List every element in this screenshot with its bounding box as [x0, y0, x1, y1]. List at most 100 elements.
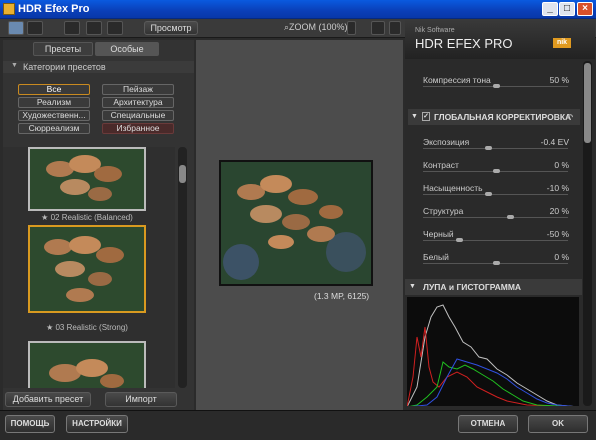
- mushroom-thumbnail-icon: [30, 343, 144, 388]
- reset-icon[interactable]: ↶: [566, 109, 573, 125]
- fit-icon[interactable]: [389, 21, 401, 35]
- category-artistic[interactable]: Художественн...: [18, 110, 90, 121]
- adjust-slider-row[interactable]: Контраст 0 %: [405, 156, 580, 178]
- mushroom-thumbnail-icon: [30, 149, 144, 209]
- slider-value: -50 %: [546, 229, 569, 239]
- ok-button[interactable]: OK: [528, 415, 588, 433]
- slider-knob[interactable]: [485, 146, 493, 150]
- tab-custom[interactable]: Особые: [95, 42, 159, 56]
- slider-track: [423, 194, 568, 195]
- slider-value: 0 %: [554, 160, 569, 170]
- slider-label: Контраст: [423, 160, 459, 170]
- categories-header[interactable]: ▼ Категории пресетов: [3, 61, 194, 73]
- preview-image[interactable]: [219, 160, 373, 286]
- adjustments-pane: Компрессия тона 50 % ▼ ✓ ГЛОБАЛЬНАЯ КОРР…: [405, 61, 582, 406]
- slider-label: Экспозиция: [423, 137, 470, 147]
- cancel-button[interactable]: ОТМЕНА: [458, 415, 518, 433]
- add-preset-button[interactable]: Добавить пресет: [5, 392, 91, 407]
- adjust-slider-row[interactable]: Насыщенность -10 %: [405, 179, 580, 201]
- tone-compression-row[interactable]: Компрессия тона 50 %: [405, 71, 580, 93]
- tab-presets[interactable]: Пресеты: [33, 42, 93, 56]
- slider-label: Белый: [423, 252, 449, 262]
- close-button[interactable]: ×: [577, 2, 593, 16]
- import-button[interactable]: Импорт: [105, 392, 177, 407]
- scrollbar-thumb[interactable]: [179, 165, 186, 183]
- view-single-icon[interactable]: [64, 21, 80, 35]
- slider-knob[interactable]: [492, 261, 500, 265]
- view-compare-icon[interactable]: [107, 21, 123, 35]
- slider-value: 50 %: [549, 75, 569, 85]
- single-view-icon[interactable]: [8, 21, 24, 35]
- slider-label: Насыщенность: [423, 183, 483, 193]
- slider-value: 0 %: [554, 252, 569, 262]
- category-all[interactable]: Все: [18, 84, 90, 95]
- collapse-icon: ▼: [411, 113, 418, 120]
- brand-header: Nik Software HDR EFEX PRO nik: [405, 19, 595, 59]
- adjust-slider-row[interactable]: Экспозиция -0.4 EV: [405, 133, 580, 155]
- checkbox-icon[interactable]: ✓: [422, 112, 430, 121]
- slider-knob[interactable]: [492, 84, 500, 88]
- minimize-button[interactable]: _: [542, 2, 558, 16]
- slider-knob[interactable]: [485, 192, 493, 196]
- brand-small: Nik Software: [415, 27, 455, 34]
- category-architecture[interactable]: Архитектура: [102, 97, 174, 108]
- window-title: HDR Efex Pro: [18, 3, 90, 15]
- preset-caption: ★ 03 Realistic (Strong): [46, 323, 128, 332]
- category-landscape[interactable]: Пейзаж: [102, 84, 174, 95]
- scrollbar-thumb[interactable]: [584, 63, 591, 143]
- brand-title: HDR EFEX PRO: [415, 36, 513, 51]
- preset-thumbnail-selected[interactable]: [28, 225, 146, 313]
- slider-label: Структура: [423, 206, 464, 216]
- view-split-icon[interactable]: [86, 21, 102, 35]
- title-bar: HDR Efex Pro _ □ ×: [0, 0, 596, 19]
- preview-button[interactable]: Просмотр: [144, 21, 198, 35]
- image-info: (1.3 MP, 6125): [314, 291, 370, 301]
- global-adjust-header[interactable]: ▼ ✓ ГЛОБАЛЬНАЯ КОРРЕКТИРОВКА ↶: [408, 109, 580, 125]
- collapse-icon: ▼: [409, 283, 416, 290]
- category-favorites[interactable]: Избранное: [102, 123, 174, 134]
- maximize-button[interactable]: □: [559, 2, 575, 16]
- app-icon: [3, 3, 15, 15]
- zoom-dropdown-icon[interactable]: [347, 21, 356, 35]
- preset-list: ★ 02 Realistic (Balanced) ★ 03 Realistic…: [3, 147, 175, 388]
- categories-title: Категории пресетов: [23, 62, 106, 72]
- mushroom-photo-icon: [221, 162, 371, 284]
- background-toggle-icon[interactable]: [371, 21, 385, 35]
- slider-knob[interactable]: [507, 215, 514, 219]
- left-panel: Пресеты Особые ▼ Категории пресетов Все …: [3, 40, 194, 410]
- preset-scrollbar[interactable]: [178, 147, 187, 388]
- adjust-slider-row[interactable]: Белый 0 %: [405, 248, 580, 270]
- preset-thumbnail[interactable]: [28, 147, 146, 211]
- zoom-label[interactable]: ⌕ZOOM (100%): [284, 22, 348, 33]
- right-scrollbar[interactable]: [583, 61, 592, 406]
- loupe-header[interactable]: ▼ ЛУПА и ГИСТОГРАММА: [405, 279, 582, 295]
- slider-value: 20 %: [549, 206, 569, 216]
- slider-track: [423, 148, 568, 149]
- slider-label: Черный: [423, 229, 454, 239]
- preset-thumbnail[interactable]: [28, 341, 146, 388]
- section-title: ЛУПА и ГИСТОГРАММА: [423, 282, 522, 292]
- slider-track: [423, 240, 568, 241]
- settings-button[interactable]: НАСТРОЙКИ: [66, 415, 128, 433]
- adjust-slider-row[interactable]: Структура 20 %: [405, 202, 580, 224]
- bottom-bar: ПОМОЩЬ НАСТРОЙКИ ОТМЕНА OK: [0, 410, 596, 440]
- grid-view-icon[interactable]: [27, 21, 43, 35]
- category-special[interactable]: Специальные: [102, 110, 174, 121]
- slider-knob[interactable]: [492, 169, 500, 173]
- help-button[interactable]: ПОМОЩЬ: [5, 415, 55, 433]
- nik-logo: nik: [553, 38, 571, 48]
- section-title: ГЛОБАЛЬНАЯ КОРРЕКТИРОВКА: [434, 112, 572, 122]
- slider-label: Компрессия тона: [423, 75, 491, 85]
- slider-knob[interactable]: [456, 238, 464, 242]
- histogram: [407, 297, 579, 406]
- category-surrealism[interactable]: Сюрреализм: [18, 123, 90, 134]
- right-panel: Nik Software HDR EFEX PRO nik Компрессия…: [405, 19, 595, 410]
- adjust-slider-row[interactable]: Черный -50 %: [405, 225, 580, 247]
- preview-area: (1.3 MP, 6125): [196, 40, 403, 410]
- mushroom-thumbnail-icon: [30, 227, 144, 311]
- collapse-icon: ▼: [11, 62, 18, 69]
- slider-track: [423, 217, 568, 218]
- slider-value: -10 %: [546, 183, 569, 193]
- category-realism[interactable]: Реализм: [18, 97, 90, 108]
- preset-caption: ★ 02 Realistic (Balanced): [41, 213, 133, 222]
